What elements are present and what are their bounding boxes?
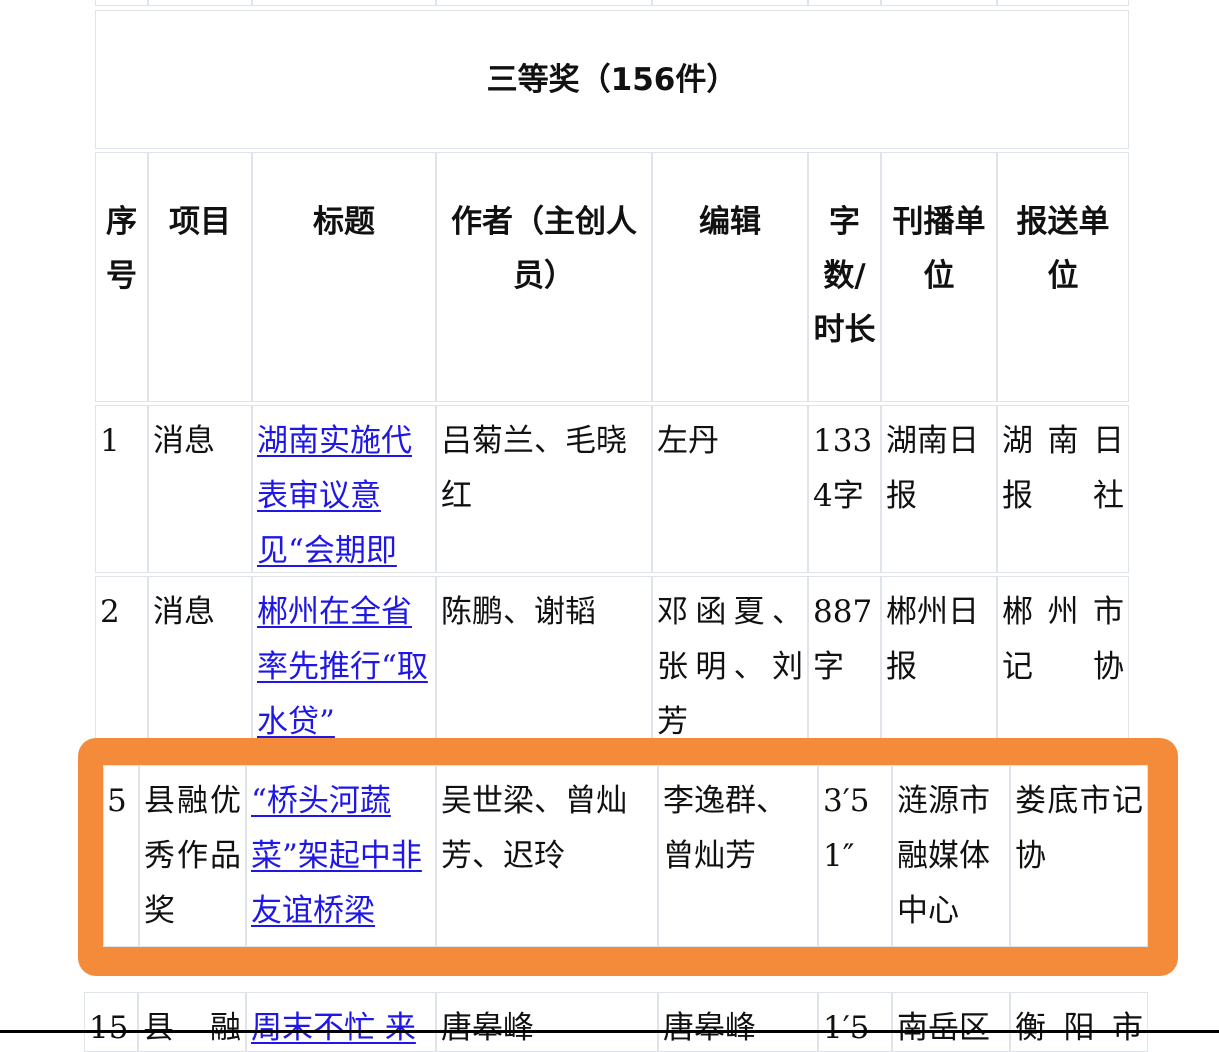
cell-editor: 唐皋峰 (658, 992, 818, 1052)
cell-category: 县融 (138, 992, 246, 1052)
cell (252, 0, 436, 6)
cell-category: 县融优秀作品奖 (139, 765, 246, 947)
cell-author: 陈鹏、谢韬 (436, 576, 652, 751)
cell (95, 0, 148, 6)
section-title: 三等奖（156件） (95, 10, 1129, 149)
article-title-link[interactable]: 湖南实施代表审议意见“会期即复” (257, 423, 412, 572)
cell-editor: 李逸群、曾灿芳 (658, 765, 818, 947)
article-title-link[interactable]: “桥头河蔬菜”架起中非友谊桥梁 (251, 783, 422, 929)
header-seq: 序号 (95, 152, 148, 402)
cell-submitter: 湖南日报社 (997, 405, 1129, 573)
header-publisher: 刊播单位 (881, 152, 997, 402)
cell-title: “桥头河蔬菜”架起中非友谊桥梁 (246, 765, 436, 947)
cell-seq: 5 (103, 765, 139, 947)
cell-seq: 15 (84, 992, 138, 1052)
cell-length: 1334字 (808, 405, 881, 573)
cell-seq: 1 (95, 405, 148, 573)
cell-submitter: 衡阳市 (1010, 992, 1148, 1052)
article-title-link[interactable]: 郴州在全省率先推行“取水贷” (257, 594, 428, 740)
header-length: 字数/时长 (808, 152, 881, 402)
cell (652, 0, 808, 6)
cell (436, 0, 652, 6)
cell-publisher: 涟源市融媒体中心 (892, 765, 1010, 947)
cell (997, 0, 1129, 6)
cell-length: 1′5 (818, 992, 892, 1052)
cell-author: 吕菊兰、毛晓红 (436, 405, 652, 573)
header-category: 项目 (148, 152, 252, 402)
cell-title: 湖南实施代表审议意见“会期即复” (252, 405, 436, 573)
cell-author: 唐皋峰 (436, 992, 658, 1052)
cell-seq: 2 (95, 576, 148, 751)
cell-submitter: 娄底市记协 (1010, 765, 1148, 947)
header-author: 作者（主创人员） (436, 152, 652, 402)
cell-editor: 邓函夏、张明、刘芳 (652, 576, 808, 751)
cell-title: 周末不忙 来 (246, 992, 436, 1052)
cell-category: 消息 (148, 405, 252, 573)
cell (881, 0, 997, 6)
cell-title: 郴州在全省率先推行“取水贷” (252, 576, 436, 751)
header-submitter: 报送单位 (997, 152, 1129, 402)
cell-submitter: 郴州市记协 (997, 576, 1129, 751)
cell-category: 消息 (148, 576, 252, 751)
header-title: 标题 (252, 152, 436, 402)
cell-length: 887字 (808, 576, 881, 751)
cell-editor: 左丹 (652, 405, 808, 573)
cell (808, 0, 881, 6)
cell-author: 吴世梁、曾灿芳、迟玲 (436, 765, 658, 947)
cell-publisher: 郴州日报 (881, 576, 997, 751)
cell-publisher: 南岳区 (892, 992, 1010, 1052)
cell-length: 3′51″ (818, 765, 892, 947)
header-editor: 编辑 (652, 152, 808, 402)
cell-publisher: 湖南日报 (881, 405, 997, 573)
article-title-link[interactable]: 周末不忙 来 (251, 1010, 416, 1046)
cell (148, 0, 252, 6)
